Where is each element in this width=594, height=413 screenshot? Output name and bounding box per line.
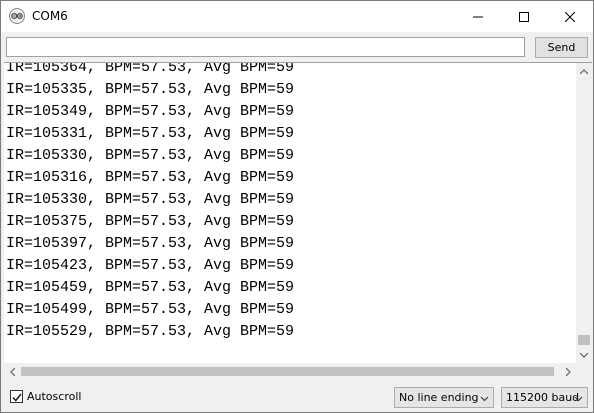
close-icon	[565, 11, 575, 22]
output-line: IR=105499, BPM=57.53, Avg BPM=59	[6, 301, 295, 318]
chevron-down-icon	[574, 393, 583, 406]
scroll-left-arrow-icon[interactable]	[4, 363, 20, 380]
scroll-right-arrow-icon[interactable]	[560, 363, 576, 380]
output-line: IR=105397, BPM=57.53, Avg BPM=59	[6, 235, 295, 252]
vertical-scroll-thumb[interactable]	[578, 335, 590, 345]
scroll-down-arrow-icon[interactable]	[576, 347, 592, 363]
arduino-icon	[9, 8, 25, 24]
maximize-icon	[519, 11, 529, 22]
output-line: IR=105423, BPM=57.53, Avg BPM=59	[6, 257, 295, 274]
output-line: IR=105330, BPM=57.53, Avg BPM=59	[6, 147, 295, 164]
close-button[interactable]	[547, 1, 593, 32]
checkmark-icon	[11, 387, 22, 406]
baud-rate-select[interactable]: 115200 baud	[501, 387, 588, 408]
line-ending-select[interactable]: No line ending	[394, 387, 494, 408]
output-line: IR=105459, BPM=57.53, Avg BPM=59	[6, 279, 295, 296]
serial-output[interactable]: IR=105364, BPM=57.53, Avg BPM=59 IR=10533…	[4, 62, 592, 380]
scrollbar-corner	[576, 363, 592, 380]
send-button[interactable]: Send	[535, 37, 588, 58]
maximize-button[interactable]	[501, 1, 547, 32]
status-bar: Autoscroll No line ending 115200 baud	[1, 381, 593, 412]
minimize-button[interactable]	[455, 1, 501, 32]
autoscroll-label: Autoscroll	[27, 390, 82, 403]
minimize-icon	[473, 12, 483, 22]
line-ending-value: No line ending	[399, 391, 479, 404]
title-bar[interactable]: COM6	[1, 1, 593, 32]
window-title: COM6	[32, 9, 68, 23]
vertical-scrollbar[interactable]	[576, 63, 592, 363]
output-line: IR=105335, BPM=57.53, Avg BPM=59	[6, 81, 295, 98]
chevron-down-icon	[480, 393, 489, 406]
output-lines: IR=105364, BPM=57.53, Avg BPM=59 IR=10533…	[6, 62, 572, 343]
serial-monitor-window: COM6 Send IR=105364, BPM=57.53, Avg BPM=…	[0, 0, 594, 413]
output-line: IR=105316, BPM=57.53, Avg BPM=59	[6, 169, 295, 186]
send-row: Send	[1, 32, 593, 62]
output-line: IR=105349, BPM=57.53, Avg BPM=59	[6, 103, 295, 120]
baud-rate-value: 115200 baud	[506, 391, 580, 404]
send-input[interactable]	[6, 37, 525, 57]
horizontal-scroll-thumb[interactable]	[21, 367, 554, 376]
output-line: IR=105529, BPM=57.53, Avg BPM=59	[6, 323, 295, 340]
output-line: IR=105364, BPM=57.53, Avg BPM=59	[6, 62, 295, 76]
scroll-up-arrow-icon[interactable]	[576, 63, 592, 79]
output-line: IR=105331, BPM=57.53, Avg BPM=59	[6, 125, 295, 142]
autoscroll-checkbox[interactable]	[10, 390, 23, 403]
output-line: IR=105375, BPM=57.53, Avg BPM=59	[6, 213, 295, 230]
output-line: IR=105330, BPM=57.53, Avg BPM=59	[6, 191, 295, 208]
horizontal-scrollbar[interactable]	[4, 363, 576, 380]
